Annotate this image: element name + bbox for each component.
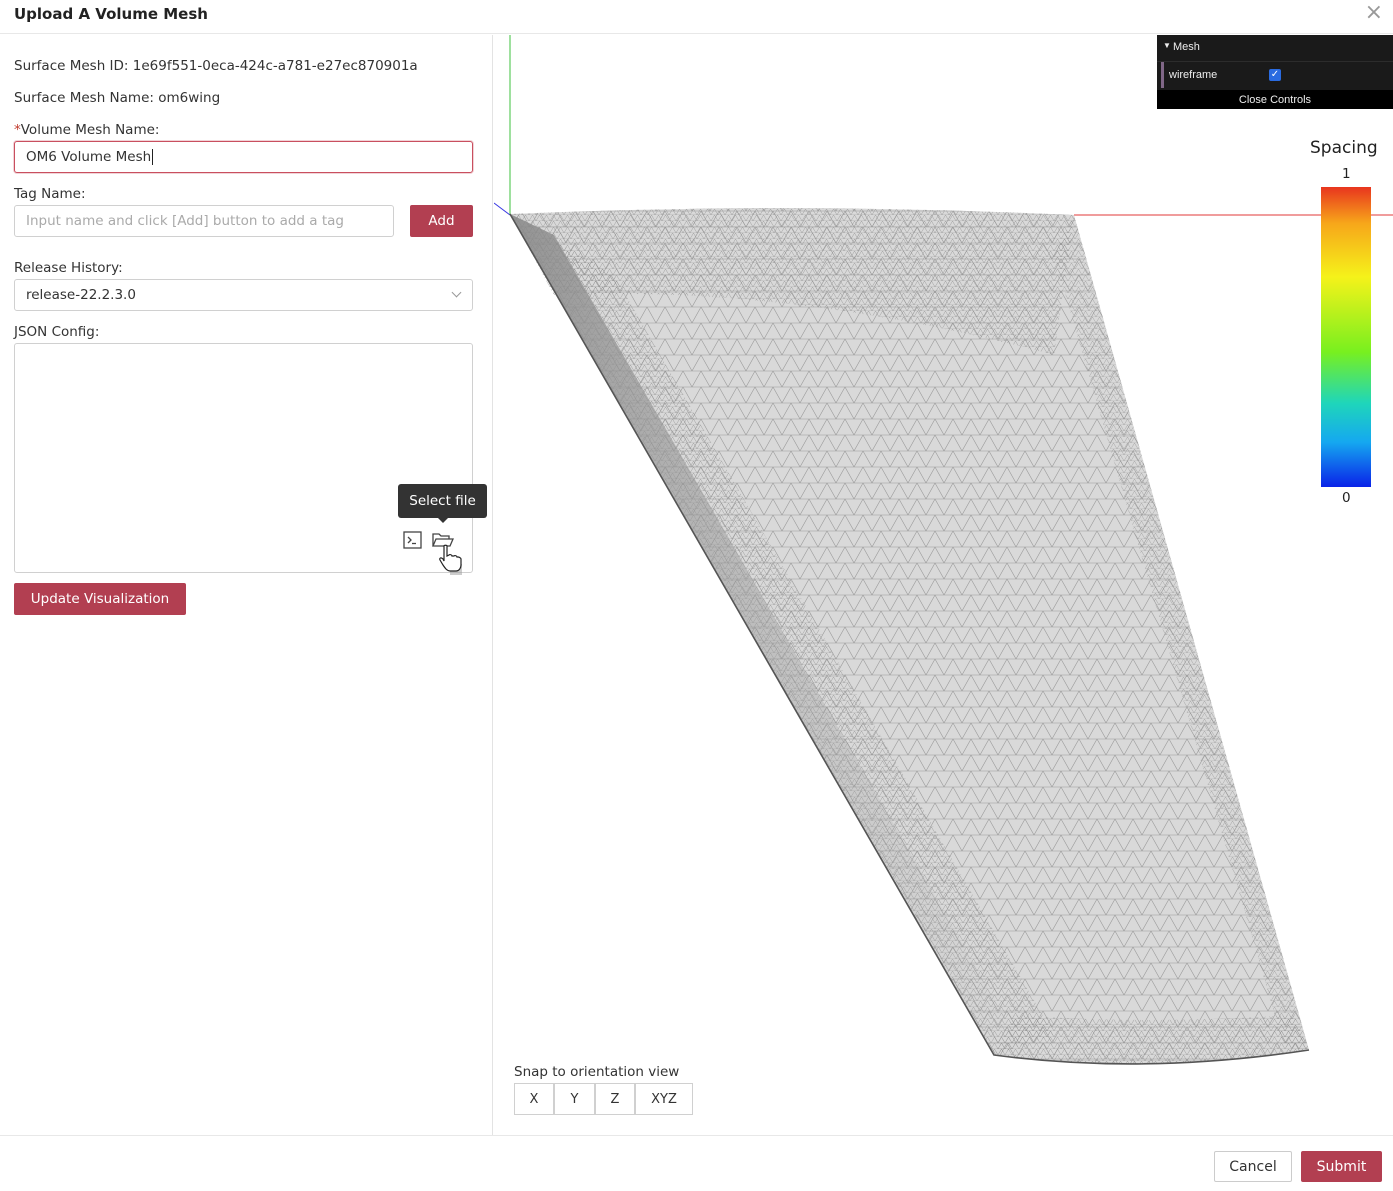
snap-x-button[interactable]: X [514, 1083, 554, 1115]
dialog-footer: Cancel Submit [0, 1135, 1393, 1191]
mesh-folder[interactable]: ▼ Mesh [1157, 35, 1393, 62]
text-caret [152, 149, 154, 165]
update-visualization-button[interactable]: Update Visualization [14, 583, 186, 615]
release-history-label: Release History: [14, 260, 123, 276]
form-panel: Surface Mesh ID: 1e69f551-0eca-424c-a781… [0, 35, 493, 1135]
legend-title: Spacing [1310, 138, 1378, 158]
volume-mesh-name-label: Volume Mesh Name: [20, 122, 160, 138]
dialog-title: Upload A Volume Mesh [14, 5, 208, 23]
add-tag-button[interactable]: Add [410, 205, 473, 237]
chevron-down-icon [451, 287, 462, 298]
volume-mesh-name-value: OM6 Volume Mesh [26, 149, 152, 165]
terminal-icon[interactable] [403, 531, 423, 549]
dialog-header: Upload A Volume Mesh × [0, 0, 1393, 34]
surface-mesh-name-label: Surface Mesh Name: [14, 90, 154, 106]
legend-max-label: 1 [1342, 166, 1351, 182]
json-config-label: JSON Config: [14, 324, 100, 340]
mesh-viewer[interactable]: ▼ Mesh wireframe ✓ Close Controls Spacin… [494, 35, 1393, 1135]
tag-name-label: Tag Name: [14, 186, 86, 202]
surface-mesh-id-label: Surface Mesh ID: [14, 58, 129, 74]
close-icon[interactable]: × [1365, 2, 1383, 24]
wireframe-row: wireframe ✓ [1161, 62, 1393, 88]
snap-z-button[interactable]: Z [595, 1083, 635, 1115]
surface-mesh-id-row: Surface Mesh ID: 1e69f551-0eca-424c-a781… [14, 58, 418, 74]
tag-name-placeholder: Input name and click [Add] button to add… [26, 213, 344, 229]
submit-button[interactable]: Submit [1301, 1151, 1382, 1182]
volume-mesh-name-label-row: *Volume Mesh Name: [14, 122, 159, 138]
wing-mesh-render[interactable] [494, 35, 1393, 1135]
select-file-tooltip: Select file [398, 484, 487, 523]
release-history-select[interactable]: release-22.2.3.0 [14, 279, 473, 311]
surface-mesh-name-value: om6wing [158, 90, 221, 106]
tag-name-input[interactable]: Input name and click [Add] button to add… [14, 205, 394, 237]
snap-xyz-button[interactable]: XYZ [635, 1083, 693, 1115]
snap-y-button[interactable]: Y [554, 1083, 595, 1115]
wireframe-label: wireframe [1169, 69, 1218, 81]
close-controls-button[interactable]: Close Controls [1157, 90, 1393, 109]
release-history-value: release-22.2.3.0 [26, 287, 136, 303]
required-mark: * [14, 122, 21, 138]
surface-mesh-name-row: Surface Mesh Name: om6wing [14, 90, 220, 106]
surface-mesh-id-value: 1e69f551-0eca-424c-a781-e27ec870901a [132, 58, 418, 74]
mesh-controls-panel: ▼ Mesh wireframe ✓ Close Controls [1157, 35, 1393, 109]
volume-mesh-name-input[interactable]: OM6 Volume Mesh [14, 141, 473, 173]
cancel-button[interactable]: Cancel [1214, 1151, 1292, 1182]
caret-down-icon: ▼ [1163, 41, 1171, 50]
snap-orientation-label: Snap to orientation view [514, 1064, 680, 1080]
wireframe-checkbox[interactable]: ✓ [1269, 69, 1281, 81]
hand-cursor-icon [439, 544, 462, 575]
z-axis-line [494, 202, 511, 216]
legend-min-label: 0 [1342, 490, 1351, 506]
mesh-folder-label: Mesh [1173, 41, 1200, 53]
spacing-color-bar [1321, 187, 1371, 487]
